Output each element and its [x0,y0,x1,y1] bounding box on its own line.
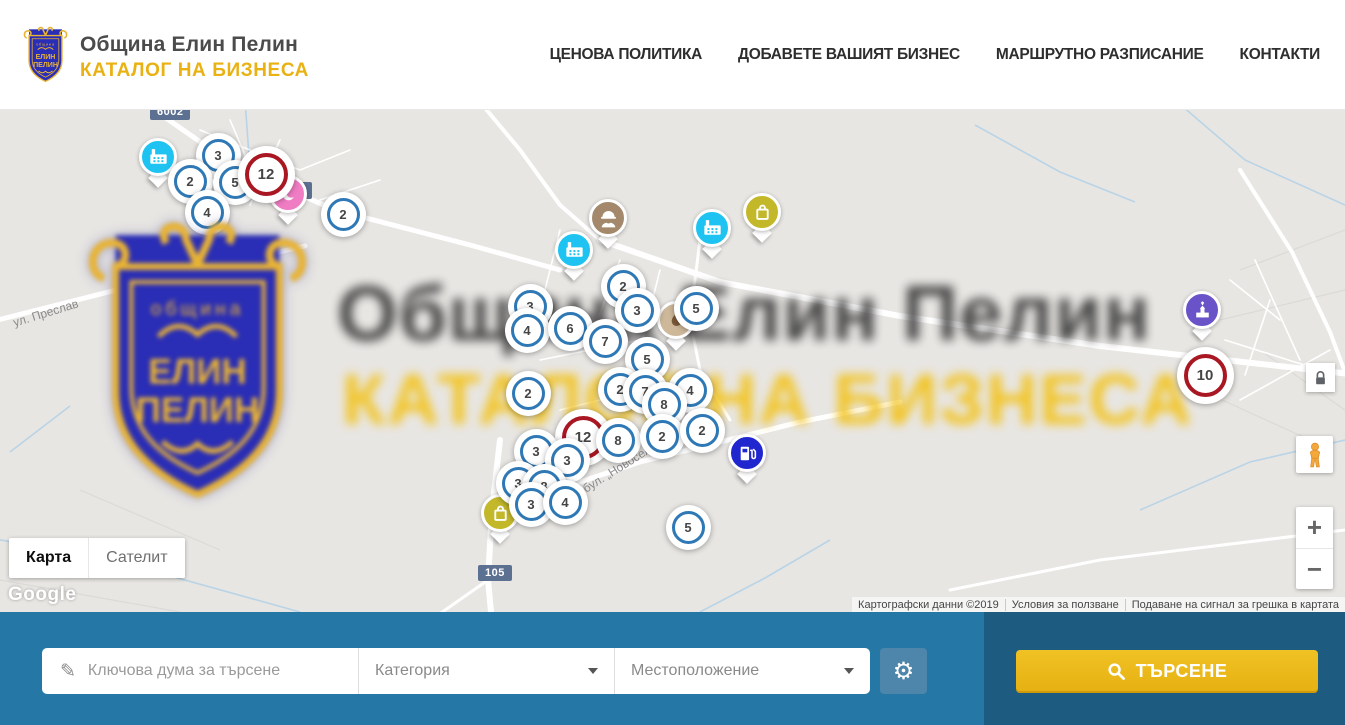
map-type-satellite-button[interactable]: Сателит [88,538,184,578]
nav-route-schedule[interactable]: МАРШРУТНО РАЗПИСАНИЕ [996,46,1204,64]
map-pin-bag[interactable] [740,192,784,244]
map-attribution: Картографски данни ©2019 Условия за полз… [852,597,1345,612]
category-select[interactable]: Категория [358,648,614,694]
cluster-marker[interactable]: 4 [505,308,550,353]
nav-pricing-policy[interactable]: ЦЕНОВА ПОЛИТИКА [550,46,702,64]
keyword-section: ✎ [42,648,358,694]
cluster-marker[interactable]: 12 [238,146,295,203]
site-header: община ЕЛИН ПЕЛИН Община Елин Пелин КАТА… [0,0,1345,110]
cluster-count: 10 [1184,354,1227,397]
pegman-icon [1302,440,1328,470]
gear-icon: ⚙ [893,657,915,686]
lock-control-button[interactable] [1306,363,1335,392]
cluster-count: 2 [686,414,719,447]
map-pin-factory[interactable] [690,208,734,260]
cluster-marker[interactable]: 7 [583,319,628,364]
factory-icon [693,209,731,247]
chevron-down-icon [844,668,854,674]
nav-contacts[interactable]: КОНТАКТИ [1240,46,1320,64]
road-badge-6002: 6002 [150,110,190,120]
google-map[interactable]: Община Елин Пелин КАТАЛОГ НА БИЗНЕСА 600… [0,110,1345,612]
fuel-icon [728,434,766,472]
attribution-report-link[interactable]: Подаване на сигнал за грешка в картата [1125,599,1345,611]
chevron-down-icon [588,668,598,674]
cluster-count: 8 [602,424,635,457]
search-button-label: ТЪРСЕНЕ [1136,661,1228,682]
site-subtitle: КАТАЛОГ НА БИЗНЕСА [80,60,309,82]
brand-block: Община Елин Пелин КАТАЛОГ НА БИЗНЕСА [80,33,309,82]
map-pin-church[interactable] [1180,290,1224,342]
watermark-subtitle: КАТАЛОГ НА БИЗНЕСА [342,360,1193,441]
logo-line2: ПЕЛИН [33,62,58,69]
cluster-marker[interactable]: 2 [506,371,551,416]
cluster-marker[interactable]: 10 [1177,347,1234,404]
attribution-copyright: Картографски данни ©2019 [852,599,1005,611]
cluster-marker[interactable]: 5 [674,286,719,331]
nav-add-business[interactable]: ДОБАВЕТЕ ВАШИЯТ БИЗНЕС [738,46,960,64]
map-type-map-button[interactable]: Карта [9,538,88,578]
cluster-count: 2 [512,377,545,410]
cluster-count: 2 [646,420,679,453]
keyword-search-input[interactable] [88,662,344,680]
cluster-marker[interactable]: 4 [543,480,588,525]
cluster-count: 7 [589,325,622,358]
crest-small-text: община [151,298,245,320]
cluster-marker[interactable]: 5 [666,505,711,550]
zoom-in-button[interactable]: + [1296,507,1333,548]
pencil-icon: ✎ [60,660,76,683]
crest-line1: ЕЛИН [148,352,246,391]
cluster-count: 4 [549,486,582,519]
factory-icon [555,231,593,269]
map-pin-fuel[interactable] [725,433,769,485]
logo-line1: ЕЛИН [36,54,56,61]
search-field-group: ✎ Категория Местоположение [42,648,870,694]
crest-line2: ПЕЛИН [136,391,260,430]
site-title: Община Елин Пелин [80,33,309,57]
cluster-count: 4 [511,314,544,347]
cluster-count: 6 [554,312,587,345]
zoom-control: + − [1296,507,1333,589]
watermark-crest: община ЕЛИН ПЕЛИН [80,212,315,509]
cluster-marker[interactable]: 8 [596,418,641,463]
logo-small-text: община [36,41,55,46]
cluster-marker[interactable]: 2 [321,192,366,237]
cluster-count: 12 [245,153,288,196]
main-nav: ЦЕНОВА ПОЛИТИКА ДОБАВЕТЕ ВАШИЯТ БИЗНЕС М… [550,0,1320,110]
search-icon [1107,662,1126,681]
google-logo[interactable]: Google [8,584,76,606]
street-view-pegman-button[interactable] [1296,436,1333,473]
map-type-control: Карта Сателит [9,538,185,578]
road-badge-105: 105 [478,565,512,581]
municipality-logo[interactable]: община ЕЛИН ПЕЛИН [22,24,69,84]
cluster-count: 3 [621,294,654,327]
cluster-count: 5 [672,511,705,544]
search-submit-button[interactable]: ТЪРСЕНЕ [1016,650,1318,693]
advanced-search-gear-button[interactable]: ⚙ [880,648,927,694]
watermark-title: Община Елин Пелин [337,268,1151,359]
cluster-count: 2 [327,198,360,231]
location-select[interactable]: Местоположение [614,648,870,694]
zoom-out-button[interactable]: − [1296,548,1333,589]
cluster-marker[interactable]: 2 [640,414,685,459]
lock-icon [1313,370,1328,386]
search-bar: ✎ Категория Местоположение ⚙ ТЪРСЕНЕ [0,612,1345,725]
category-select-value: Категория [375,662,450,680]
cluster-marker[interactable]: 2 [680,408,725,453]
church-icon [1183,291,1221,329]
location-select-value: Местоположение [631,662,759,680]
cluster-count: 5 [680,292,713,325]
bag-icon [743,193,781,231]
map-pin-factory[interactable] [552,230,596,282]
attribution-terms-link[interactable]: Условия за ползване [1005,599,1125,611]
